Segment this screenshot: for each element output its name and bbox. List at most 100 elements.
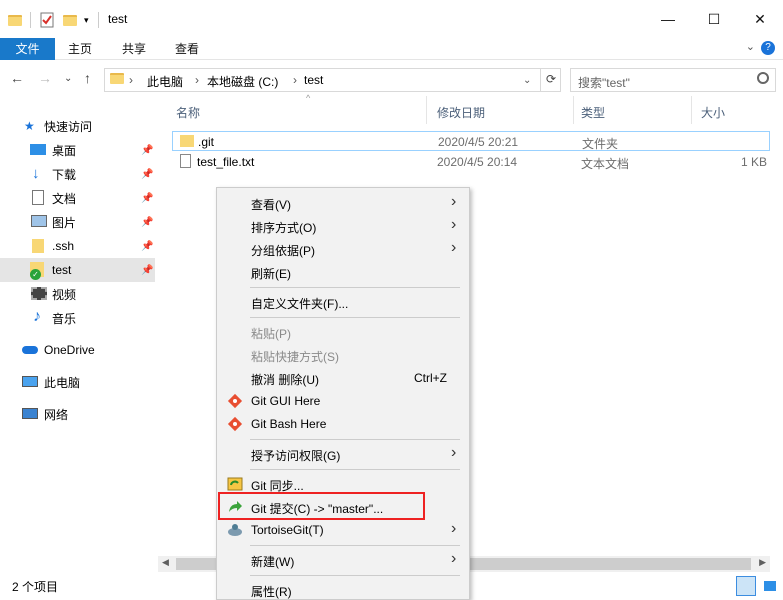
- video-icon: [31, 287, 47, 300]
- search-input[interactable]: 搜索"test": [570, 68, 776, 92]
- menu-separator: [250, 439, 460, 440]
- nav-onedrive[interactable]: OneDrive: [0, 338, 155, 362]
- chevron-right-icon: ›: [451, 193, 457, 210]
- menu-item-grant-access[interactable]: 授予访问权限(G) ›: [217, 442, 469, 465]
- maximize-button[interactable]: ☐: [691, 0, 737, 38]
- thumbnail-icon: [764, 581, 776, 591]
- new-folder-icon[interactable]: [63, 10, 77, 30]
- refresh-button[interactable]: ⟳: [540, 68, 561, 92]
- chevron-right-icon: ›: [451, 216, 457, 233]
- tab-file[interactable]: 文件: [0, 38, 55, 60]
- nav-item-test[interactable]: ✓ test 📌: [0, 258, 155, 282]
- address-bar[interactable]: › 此电脑 › 本地磁盘 (C:) › test ⌄: [104, 68, 561, 92]
- nav-item-downloads[interactable]: ↓ 下载 📌: [0, 162, 155, 186]
- window-title: test: [108, 12, 128, 26]
- scroll-right-icon[interactable]: ▶: [759, 557, 766, 568]
- title-bar: ▾ test — ☐ ✕: [0, 0, 783, 38]
- help-icon[interactable]: ?: [761, 41, 775, 55]
- ribbon: 文件 主页 共享 查看 ⌄ ?: [0, 38, 783, 60]
- folder-icon: [110, 73, 124, 84]
- document-icon: [32, 190, 44, 205]
- nav-item-desktop[interactable]: 桌面 📌: [0, 138, 155, 162]
- up-button[interactable]: ↑: [84, 70, 91, 86]
- divider: [98, 12, 99, 28]
- tab-view[interactable]: 查看: [175, 38, 199, 60]
- folder-icon: [180, 135, 194, 147]
- back-button[interactable]: ←: [10, 70, 24, 86]
- column-name[interactable]: 名称: [176, 104, 200, 121]
- menu-separator: [250, 317, 460, 318]
- pin-icon: 📌: [141, 240, 154, 252]
- expand-ribbon-icon[interactable]: ⌄: [746, 40, 755, 53]
- breadcrumb-local-disk[interactable]: 本地磁盘 (C:): [207, 73, 278, 90]
- breadcrumb-test[interactable]: test: [304, 73, 323, 87]
- nav-quick-access[interactable]: ★ 快速访问: [0, 114, 155, 138]
- menu-item-git-bash[interactable]: Git Bash Here: [217, 412, 469, 435]
- divider: [30, 12, 31, 28]
- menu-item-view[interactable]: 查看(V) ›: [217, 191, 469, 214]
- pin-icon: 📌: [141, 144, 154, 156]
- minimize-button[interactable]: —: [645, 0, 691, 38]
- large-icons-view-button[interactable]: [760, 576, 780, 596]
- menu-item-customize-folder[interactable]: 自定义文件夹(F)...: [217, 290, 469, 313]
- download-icon: ↓: [32, 165, 40, 182]
- tab-share[interactable]: 共享: [122, 38, 146, 60]
- menu-item-properties[interactable]: 属性(R): [217, 578, 469, 600]
- search-placeholder: 搜索"test": [578, 76, 630, 90]
- breadcrumb-separator: ›: [195, 73, 199, 87]
- nav-network[interactable]: 网络: [0, 402, 155, 426]
- folder-icon: [32, 239, 44, 253]
- pin-icon: 📌: [141, 192, 154, 204]
- table-row[interactable]: test_file.txt 2020/4/5 20:14 文本文档 1 KB: [172, 152, 770, 172]
- column-divider[interactable]: [573, 96, 574, 124]
- menu-item-paste: 粘贴(P): [251, 327, 291, 341]
- git-icon: [227, 393, 243, 409]
- menu-separator: [250, 469, 460, 470]
- column-size[interactable]: 大小: [701, 104, 725, 121]
- desktop-icon: [30, 144, 46, 155]
- menu-item-refresh[interactable]: 刷新(E): [217, 260, 469, 283]
- shortcut-label: Ctrl+Z: [414, 371, 447, 385]
- column-type[interactable]: 类型: [581, 104, 605, 121]
- network-icon: [22, 408, 38, 419]
- details-view-button[interactable]: [736, 576, 756, 596]
- nav-item-documents[interactable]: 文档 📌: [0, 186, 155, 210]
- tab-home[interactable]: 主页: [68, 38, 92, 60]
- pin-icon: 📌: [141, 216, 154, 228]
- git-icon: [227, 416, 243, 432]
- chevron-right-icon: ›: [451, 444, 457, 461]
- nav-this-pc[interactable]: 此电脑: [0, 370, 155, 394]
- column-divider[interactable]: [426, 96, 427, 124]
- forward-button[interactable]: →: [38, 70, 52, 86]
- close-button[interactable]: ✕: [737, 0, 783, 38]
- column-modified[interactable]: 修改日期: [437, 104, 485, 121]
- menu-item-new[interactable]: 新建(W) ›: [217, 548, 469, 571]
- column-divider[interactable]: [691, 96, 692, 124]
- properties-icon[interactable]: [40, 10, 54, 30]
- menu-item-paste-shortcut: 粘贴快捷方式(S): [251, 350, 339, 364]
- menu-item-tortoisegit[interactable]: TortoiseGit(T) ›: [217, 518, 469, 541]
- context-menu: 查看(V) › 排序方式(O) › 分组依据(P) › 刷新(E) 自定义文件夹…: [216, 187, 470, 600]
- folder-icon: [8, 10, 22, 30]
- customize-toolbar-icon[interactable]: ▾: [84, 10, 89, 30]
- menu-item-sort-by[interactable]: 排序方式(O) ›: [217, 214, 469, 237]
- nav-item-ssh[interactable]: .ssh 📌: [0, 234, 155, 258]
- nav-item-music[interactable]: ♪ 音乐: [0, 306, 155, 330]
- pin-icon: 📌: [141, 168, 154, 180]
- menu-item-undo-delete[interactable]: 撤消 删除(U) Ctrl+Z: [217, 366, 469, 389]
- text-file-icon: [180, 154, 191, 168]
- address-dropdown-icon[interactable]: ⌄: [523, 75, 531, 86]
- menu-item-group-by[interactable]: 分组依据(P) ›: [217, 237, 469, 260]
- scroll-left-icon[interactable]: ◀: [162, 557, 169, 568]
- nav-item-pictures[interactable]: 图片 📌: [0, 210, 155, 234]
- recent-locations-chevron-icon[interactable]: ⌄: [64, 73, 72, 84]
- menu-separator: [250, 575, 460, 576]
- vertical-scrollbar[interactable]: [770, 96, 783, 572]
- nav-item-videos[interactable]: 视频: [0, 282, 155, 306]
- menu-item-git-gui[interactable]: Git GUI Here: [217, 389, 469, 412]
- navigation-pane: ★ 快速访问 桌面 📌 ↓ 下载 📌 文档 📌 图片 📌 .ssh 📌 ✓ te…: [0, 100, 158, 572]
- breadcrumb-this-pc[interactable]: 此电脑: [147, 73, 183, 90]
- menu-separator: [250, 545, 460, 546]
- table-row[interactable]: .git 2020/4/5 20:21 文件夹: [172, 131, 770, 151]
- chevron-right-icon: ›: [451, 550, 457, 567]
